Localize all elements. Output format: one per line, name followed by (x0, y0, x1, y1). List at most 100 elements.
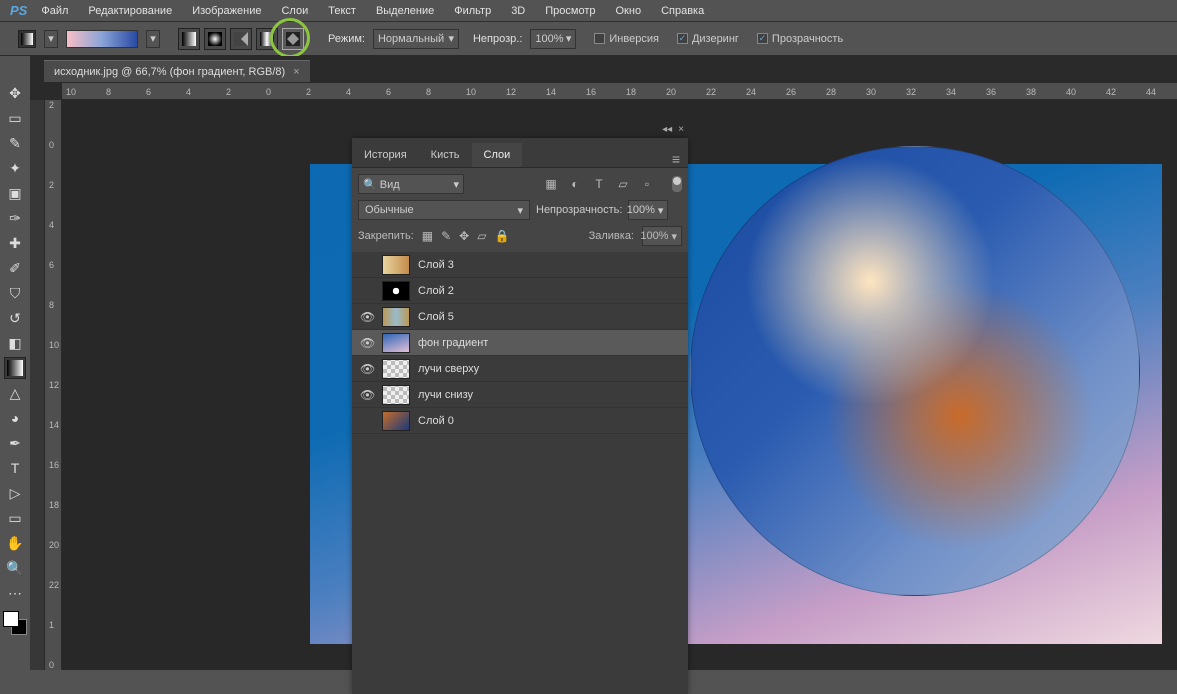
filter-pixel-icon[interactable]: ▦ (544, 177, 558, 191)
history-brush-tool[interactable]: ↺ (4, 307, 26, 329)
dither-checkbox[interactable]: Дизеринг (677, 33, 739, 45)
gradient-diamond-button[interactable] (282, 28, 304, 50)
menu-image[interactable]: Изображение (192, 5, 261, 17)
foreground-color-swatch[interactable] (3, 611, 19, 627)
filter-type-icon[interactable]: T (592, 177, 606, 191)
layer-thumbnail[interactable] (382, 307, 410, 327)
close-panel-icon[interactable]: × (678, 124, 684, 135)
tab-history[interactable]: История (352, 143, 419, 167)
gradient-angle-button[interactable] (230, 28, 252, 50)
layer-opacity-field[interactable]: 100%▾ (628, 200, 668, 220)
clone-stamp-tool[interactable]: ⛉ (4, 282, 26, 304)
layer-thumbnail[interactable] (382, 411, 410, 431)
filter-adjust-icon[interactable]: ◐ (568, 177, 582, 191)
layer-filter-toggle[interactable] (672, 176, 682, 192)
path-select-tool[interactable]: ▷ (4, 482, 26, 504)
lock-all-icon[interactable]: 🔒 (494, 229, 509, 243)
reverse-checkbox[interactable]: Инверсия (594, 33, 659, 45)
ruler-tick: 2 (49, 100, 54, 110)
gradient-caret[interactable]: ▾ (146, 30, 160, 48)
dodge-tool[interactable]: ◕ (4, 407, 26, 429)
layer-fill-field[interactable]: 100%▾ (642, 226, 682, 246)
layer-row[interactable]: 👁лучи сверху (352, 356, 688, 382)
layer-blend-dropdown[interactable]: Обычные▾ (358, 200, 530, 220)
hand-tool[interactable]: ✋ (4, 532, 26, 554)
menu-view[interactable]: Просмотр (545, 5, 595, 17)
layer-row[interactable]: Слой 2 (352, 278, 688, 304)
menu-help[interactable]: Справка (661, 5, 704, 17)
document-tab[interactable]: исходник.jpg @ 66,7% (фон градиент, RGB/… (44, 60, 310, 82)
marquee-tool[interactable]: ▭ (4, 107, 26, 129)
lock-artboard-icon[interactable]: ▱ (477, 229, 486, 243)
gradient-reflected-button[interactable] (256, 28, 278, 50)
layer-thumbnail[interactable] (382, 255, 410, 275)
panel-menu-icon[interactable]: ≡ (672, 151, 680, 167)
layer-row[interactable]: 👁фон градиент (352, 330, 688, 356)
healing-brush-tool[interactable]: ✚ (4, 232, 26, 254)
ruler-tick: 14 (546, 87, 556, 97)
layer-thumbnail[interactable] (382, 359, 410, 379)
menu-layers[interactable]: Слои (281, 5, 308, 17)
eyedropper-tool[interactable]: ✑ (4, 207, 26, 229)
magic-wand-tool[interactable]: ✦ (4, 157, 26, 179)
menu-file[interactable]: Файл (41, 5, 68, 17)
lock-transparency-icon[interactable]: ▦ (422, 229, 433, 243)
layer-thumbnail[interactable] (382, 333, 410, 353)
layer-list: Слой 3Слой 2👁Слой 5👁фон градиент👁лучи св… (352, 252, 688, 434)
visibility-icon[interactable]: 👁 (360, 388, 374, 402)
menu-window[interactable]: Окно (616, 5, 642, 17)
filter-shape-icon[interactable]: ▱ (616, 177, 630, 191)
layer-thumbnail[interactable] (382, 385, 410, 405)
pen-tool[interactable]: ✒ (4, 432, 26, 454)
menu-edit[interactable]: Редактирование (88, 5, 172, 17)
ruler-tick: 2 (226, 87, 231, 97)
layer-thumbnail[interactable] (382, 281, 410, 301)
visibility-icon[interactable]: 👁 (360, 336, 374, 350)
type-tool[interactable]: T (4, 457, 26, 479)
gradient-preview[interactable] (66, 30, 138, 48)
ruler-tick: 10 (466, 87, 476, 97)
ruler-tick: 4 (186, 87, 191, 97)
layer-row[interactable]: Слой 3 (352, 252, 688, 278)
menu-text[interactable]: Текст (328, 5, 356, 17)
transparency-checkbox[interactable]: Прозрачность (757, 33, 843, 45)
visibility-icon[interactable]: 👁 (360, 362, 374, 376)
collapse-icon[interactable]: ◂◂ (662, 124, 672, 135)
layer-row[interactable]: 👁Слой 5 (352, 304, 688, 330)
tool-preset-picker[interactable] (18, 30, 36, 48)
move-tool[interactable]: ✥ (4, 82, 26, 104)
tab-brush[interactable]: Кисть (419, 143, 472, 167)
gradient-linear-button[interactable] (178, 28, 200, 50)
layer-kind-dropdown[interactable]: 🔍 Вид▾ (358, 174, 464, 194)
visibility-icon[interactable]: 👁 (360, 310, 374, 324)
blur-tool[interactable]: △ (4, 382, 26, 404)
shape-tool[interactable]: ▭ (4, 507, 26, 529)
brush-tool[interactable]: ✐ (4, 257, 26, 279)
blend-mode-dropdown[interactable]: Нормальный▾ (373, 29, 459, 49)
filter-smart-icon[interactable]: ▫ (640, 177, 654, 191)
more-tools-icon[interactable]: ⋯ (4, 582, 26, 604)
ruler-tick: 10 (49, 340, 59, 350)
crop-tool[interactable]: ▣ (4, 182, 26, 204)
lock-paint-icon[interactable]: ✎ (441, 229, 451, 243)
ruler-tick: 36 (986, 87, 996, 97)
ruler-tick: 1 (49, 620, 54, 630)
menu-select[interactable]: Выделение (376, 5, 434, 17)
tab-layers[interactable]: Слои (472, 143, 523, 167)
gradient-radial-button[interactable] (204, 28, 226, 50)
opacity-field[interactable]: 100%▾ (530, 29, 576, 49)
close-icon[interactable]: × (293, 66, 299, 78)
ruler-tick: 22 (49, 580, 59, 590)
menu-filter[interactable]: Фильтр (454, 5, 491, 17)
lock-position-icon[interactable]: ✥ (459, 229, 469, 243)
color-swatches[interactable] (3, 611, 27, 635)
lasso-tool[interactable]: ✎ (4, 132, 26, 154)
zoom-tool[interactable]: 🔍 (4, 557, 26, 579)
menu-3d[interactable]: 3D (511, 5, 525, 17)
tool-preset-caret[interactable]: ▾ (44, 30, 58, 48)
layer-empty-area[interactable] (352, 434, 688, 694)
gradient-tool[interactable] (4, 357, 26, 379)
layer-row[interactable]: Слой 0 (352, 408, 688, 434)
eraser-tool[interactable]: ◧ (4, 332, 26, 354)
layer-row[interactable]: 👁лучи снизу (352, 382, 688, 408)
